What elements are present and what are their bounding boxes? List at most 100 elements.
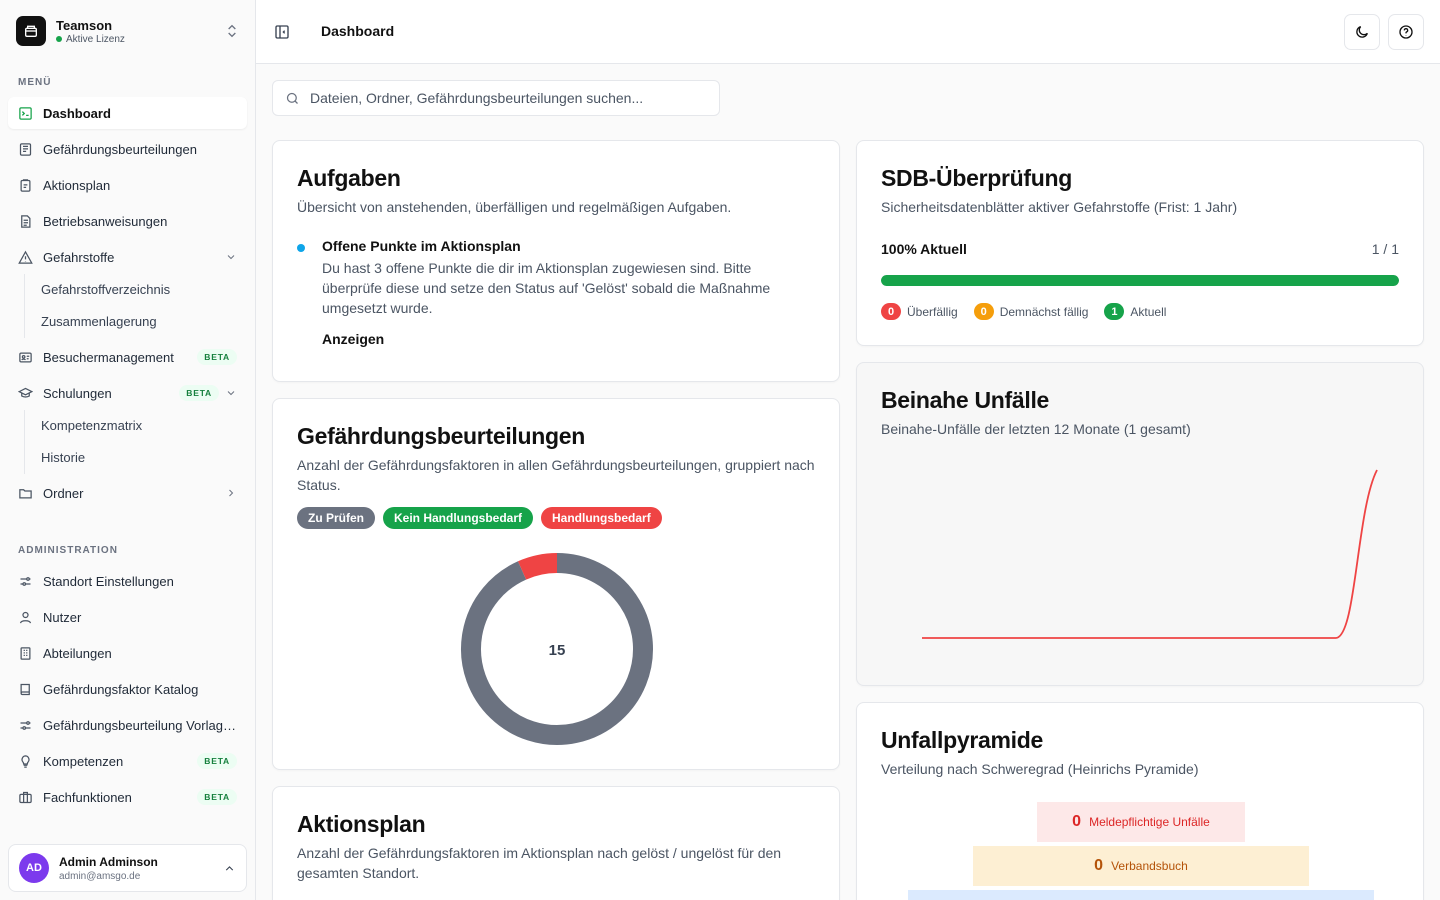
moon-icon (1356, 26, 1368, 38)
card-description: Übersicht von anstehenden, überfälligen … (297, 199, 732, 215)
card-description: Anzahl der Gefährdungsfaktoren im Aktion… (297, 845, 782, 881)
newspaper-icon (19, 142, 32, 156)
sidebar-subitem-historie[interactable]: Historie (41, 450, 85, 465)
sidebar-item-gefaehrdungsfaktor-katalog[interactable]: Gefährdungsfaktor Katalog (8, 673, 247, 705)
card-title: Aufgaben (297, 165, 401, 191)
legend-handlungsbedarf[interactable]: Handlungsbedarf (541, 507, 662, 529)
progress-bar-fill (881, 275, 1399, 286)
license-status-dot-icon (56, 36, 62, 42)
task-bullet-icon (297, 244, 305, 252)
submenu-line (24, 274, 25, 338)
workspace-switcher[interactable]: Teamson Aktive Lizenz (8, 8, 248, 54)
sidebar-item-aktionsplan[interactable]: Aktionsplan (8, 169, 247, 201)
help-button[interactable] (1388, 14, 1424, 50)
sliders-icon (20, 576, 31, 586)
brand-logo-icon (16, 16, 46, 46)
beta-badge: BETA (197, 789, 237, 805)
help-circle-icon (1399, 25, 1413, 39)
task-title: Offene Punkte im Aktionsplan (322, 238, 521, 254)
count-badge: 1 (1104, 303, 1125, 320)
sidebar-item-betriebsanweisungen[interactable]: Betriebsanweisungen (8, 205, 247, 237)
legend-zu-pruefen[interactable]: Zu Prüfen (297, 507, 375, 529)
beta-badge: BETA (179, 385, 219, 401)
sidebar-item-kompetenzen[interactable]: Kompetenzen BETA (8, 745, 247, 777)
search-icon (286, 92, 298, 104)
sidebar-item-dashboard[interactable]: Dashboard (8, 97, 247, 129)
user-menu[interactable]: AD Admin Adminson admin@amsgo.de (8, 844, 247, 892)
lightbulb-icon (21, 754, 30, 768)
sidebar-subitem-kompetenzmatrix[interactable]: Kompetenzmatrix (41, 418, 142, 433)
legend-kein-handlungsbedarf[interactable]: Kein Handlungsbedarf (383, 507, 534, 529)
clipboard-icon (20, 178, 31, 192)
tasks-card: Aufgaben Übersicht von anstehenden, über… (272, 140, 840, 382)
sidebar-subitem-gefahrstoffverzeichnis[interactable]: Gefahrstoffverzeichnis (41, 282, 170, 297)
pyramid-level-first-aid: 0 Verbandsbuch (973, 846, 1309, 886)
id-card-icon (19, 352, 32, 362)
user-name: Admin Adminson (59, 854, 158, 869)
sidebar-toggle-icon[interactable] (274, 24, 290, 40)
folder-icon (19, 488, 32, 498)
beta-badge: BETA (197, 349, 237, 365)
progress-count: 1 / 1 (1371, 241, 1399, 257)
submenu-line (24, 410, 25, 474)
status-current: 1 Aktuell (1104, 303, 1166, 320)
top-header: Dashboard (256, 0, 1440, 64)
card-description: Beinahe-Unfälle der letzten 12 Monate (1… (881, 421, 1191, 437)
graduation-cap-icon (18, 387, 33, 398)
aktionsplan-card: Aktionsplan Anzahl der Gefährdungsfaktor… (272, 786, 840, 900)
card-title: Aktionsplan (297, 811, 426, 837)
show-tasks-link[interactable]: Anzeigen (322, 331, 384, 347)
card-description: Verteilung nach Schweregrad (Heinrichs P… (881, 761, 1199, 777)
progress-label: 100% Aktuell (881, 241, 967, 257)
sidebar-item-standort-einstellungen[interactable]: Standort Einstellungen (8, 565, 247, 597)
card-title: Beinahe Unfälle (881, 387, 1050, 413)
sidebar-item-gefahrstoffe[interactable]: Gefahrstoffe (8, 241, 247, 273)
sidebar-subitem-zusammenlagerung[interactable]: Zusammenlagerung (41, 314, 157, 329)
status-overdue: 0 Überfällig (881, 303, 958, 320)
card-description: Sicherheitsdatenblätter aktiver Gefahrst… (881, 199, 1238, 215)
sidebar-item-gbu-vorlagen[interactable]: Gefährdungsbeurteilung Vorlagen (8, 709, 247, 741)
progress-bar (881, 275, 1399, 286)
sdb-check-card: SDB-Überprüfung Sicherheitsdatenblätter … (856, 140, 1424, 346)
chevrons-up-down-icon (228, 24, 236, 38)
near-miss-series-line (922, 469, 1378, 639)
count-badge: 0 (881, 303, 901, 320)
chevron-up-icon (225, 865, 234, 871)
donut-total: 15 (549, 642, 566, 659)
sidebar-item-besuchermanagement[interactable]: Besuchermanagement BETA (8, 341, 247, 373)
chevron-down-icon (227, 255, 235, 260)
terminal-square-icon (19, 106, 32, 120)
search-input[interactable] (310, 90, 707, 106)
status-due-soon: 0 Demnächst fällig (973, 303, 1088, 320)
warning-triangle-icon (18, 250, 33, 264)
sidebar: Teamson Aktive Lizenz MENÜ Dashboard Gef… (0, 0, 256, 900)
count-badge: 0 (973, 303, 994, 320)
card-title: Unfallpyramide (881, 727, 1043, 753)
sidebar-item-gefaehrdungsbeurteilungen[interactable]: Gefährdungsbeurteilungen (8, 133, 247, 165)
building-icon (20, 646, 31, 660)
admin-section-label: ADMINISTRATION (18, 545, 118, 556)
license-status: Aktive Lizenz (66, 33, 125, 45)
sidebar-item-ordner[interactable]: Ordner (8, 477, 247, 509)
sidebar-item-nutzer[interactable]: Nutzer (8, 601, 247, 633)
card-title: Gefährdungsbeurteilungen (297, 423, 585, 449)
chart-legend: Zu Prüfen Kein Handlungsbedarf Handlungs… (297, 507, 662, 529)
chevron-right-icon (229, 489, 234, 497)
pyramid-level-next (908, 890, 1374, 900)
gbu-donut-chart: 15 (461, 553, 653, 745)
sdb-status-row: 0 Überfällig 0 Demnächst fällig 1 Aktuel… (881, 303, 1166, 320)
book-icon (20, 683, 30, 695)
theme-toggle-button[interactable] (1344, 14, 1380, 50)
sidebar-item-schulungen[interactable]: Schulungen BETA (8, 377, 247, 409)
page-title: Dashboard (321, 23, 395, 39)
accident-pyramid-card: Unfallpyramide Verteilung nach Schweregr… (856, 702, 1424, 900)
near-miss-line-chart (922, 469, 1378, 639)
sidebar-item-abteilungen[interactable]: Abteilungen (8, 637, 247, 669)
near-miss-card: Beinahe Unfälle Beinahe-Unfälle der letz… (856, 362, 1424, 686)
global-search[interactable] (272, 80, 720, 116)
gbu-chart-card: Gefährdungsbeurteilungen Anzahl der Gefä… (272, 398, 840, 770)
user-email: admin@amsgo.de (59, 870, 141, 882)
user-icon (19, 611, 32, 623)
card-description: Anzahl der Gefährdungsfaktoren in allen … (297, 457, 815, 493)
sidebar-item-fachfunktionen[interactable]: Fachfunktionen BETA (8, 781, 247, 813)
